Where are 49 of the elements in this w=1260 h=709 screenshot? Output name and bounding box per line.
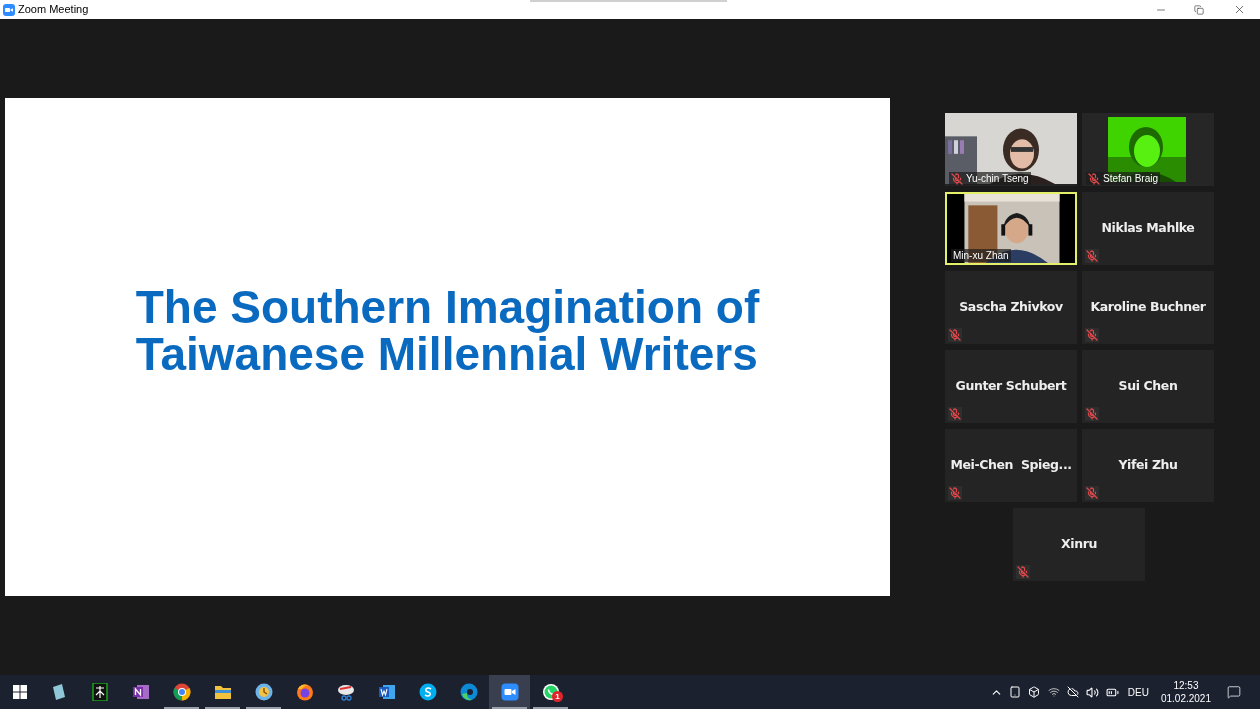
clock-icon <box>254 683 273 701</box>
language-indicator[interactable]: DEU <box>1127 684 1149 700</box>
cloud-off-icon[interactable] <box>1066 686 1079 698</box>
participant-name: Gunter Schubert <box>955 377 1067 396</box>
clock-date: 01.02.2021 <box>1160 692 1211 705</box>
muted-mic-icon <box>1086 329 1098 341</box>
muted-mic-icon <box>949 408 961 420</box>
participant-name: Stefan Braig <box>1103 172 1159 185</box>
browser-icon <box>172 683 191 701</box>
restore-icon <box>1194 4 1204 15</box>
drag-handle[interactable] <box>530 0 727 2</box>
wifi-icon[interactable] <box>1047 686 1060 698</box>
participant-name: Min-xu Zhan <box>953 249 1009 262</box>
video-camera-icon <box>3 3 15 16</box>
muted-mic-icon <box>949 487 961 499</box>
browser-icon <box>295 683 314 701</box>
browser-icon <box>459 683 478 701</box>
notebook-icon <box>131 683 150 701</box>
windows-start-icon[interactable] <box>13 685 27 699</box>
participant-name: Sui Chen <box>1118 377 1178 396</box>
muted-mic-icon <box>1086 250 1098 262</box>
participant-name: Sascha Zhivkov <box>959 298 1063 317</box>
window-title: Zoom Meeting <box>18 2 89 18</box>
video-camera-icon <box>500 683 519 701</box>
participant-name: Yifei Zhu <box>1118 456 1178 475</box>
participant-name: Mei-Chen Spieg... <box>950 456 1072 475</box>
participant-name: Xinru <box>1061 535 1097 554</box>
muted-mic-icon <box>1017 566 1029 578</box>
clock-time: 12:53 <box>1173 679 1199 692</box>
muted-mic-icon <box>1086 408 1098 420</box>
participant-name: Niklas Mahlke <box>1101 219 1195 238</box>
muted-mic-icon <box>1086 487 1098 499</box>
taskbar-app[interactable]: 1 <box>530 675 571 709</box>
notification-badge: 1 <box>552 691 563 702</box>
muted-mic-icon <box>951 172 963 185</box>
taskbar-app[interactable] <box>489 675 530 709</box>
device-icon[interactable] <box>1008 686 1021 698</box>
muted-mic-icon <box>1088 172 1100 185</box>
clock[interactable]: 12:53 01.02.2021 <box>1160 679 1211 705</box>
muted-mic-icon <box>949 329 961 341</box>
box-icon[interactable] <box>1027 686 1040 698</box>
document-icon <box>377 683 396 701</box>
participant-name: Karoline Buchner <box>1090 298 1206 317</box>
participant-name: Yu-chin Tseng <box>966 172 1029 185</box>
notifications-icon[interactable] <box>1227 685 1241 699</box>
slide-title: The Southern Imagination of Taiwanese Millennial Writers <box>135 284 760 378</box>
folder-icon <box>213 683 232 701</box>
speaker-icon[interactable] <box>1085 685 1099 699</box>
scissors-icon <box>336 683 355 701</box>
